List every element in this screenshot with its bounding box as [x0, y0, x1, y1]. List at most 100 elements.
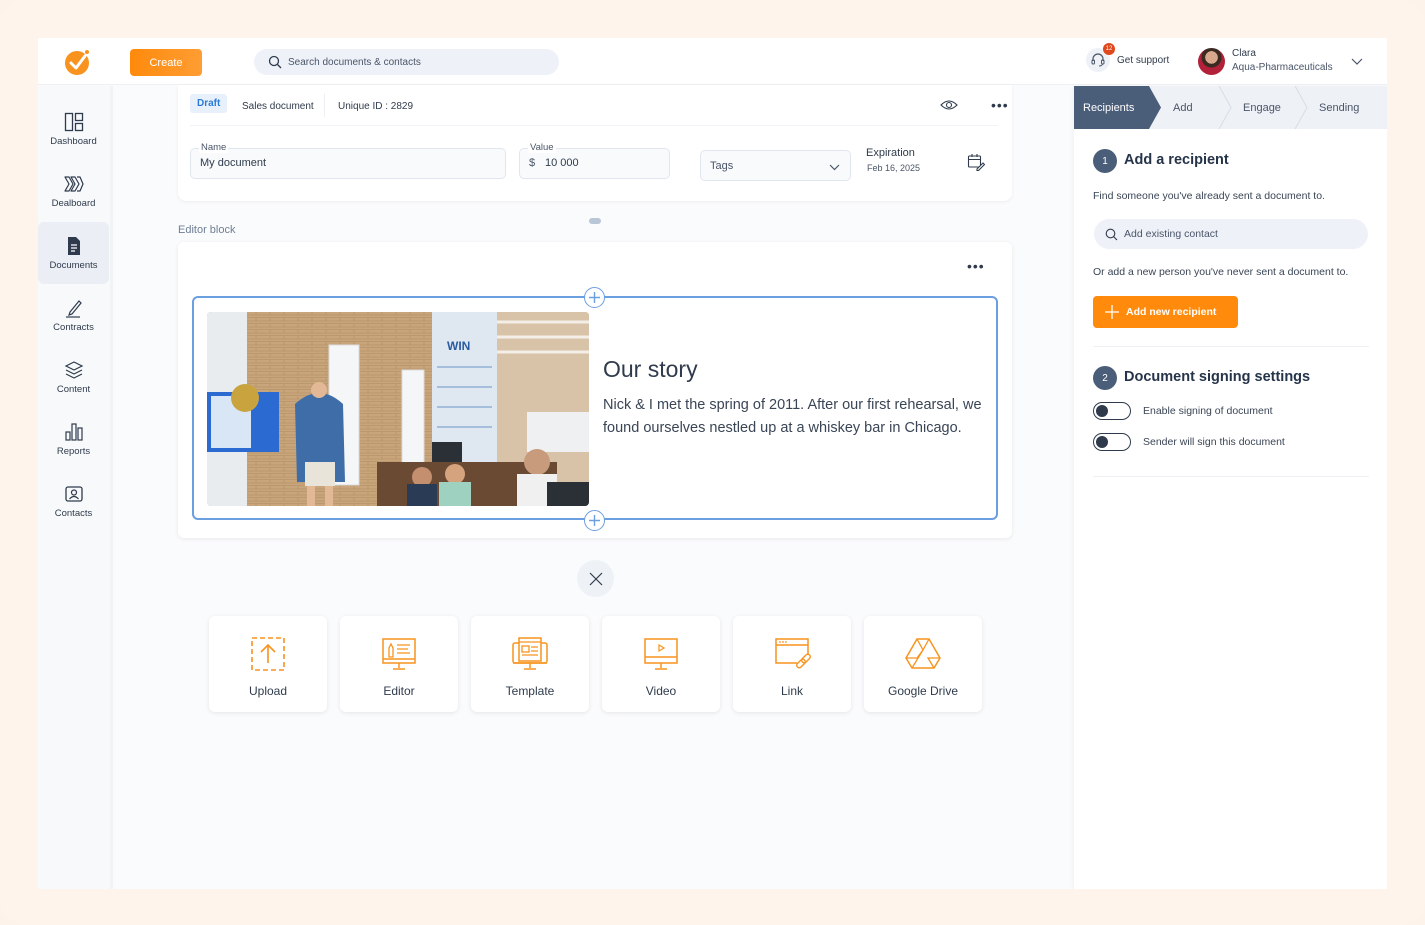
selected-content-block[interactable]: WIN: [192, 296, 998, 520]
sidebar-item-contacts[interactable]: Contacts: [38, 470, 109, 532]
step-engage[interactable]: Engage: [1243, 86, 1281, 129]
user-menu[interactable]: Clara Aqua-Pharmaceuticals: [1198, 47, 1363, 75]
toggle-knob: [1096, 405, 1108, 417]
search-placeholder: Search documents & contacts: [288, 57, 421, 68]
plus-icon: [1105, 305, 1119, 319]
expiration-date: Feb 16, 2025: [867, 163, 920, 173]
sidebar-label: Dashboard: [50, 136, 96, 147]
sidebar-item-content[interactable]: Content: [38, 346, 109, 408]
notification-badge: 12: [1103, 43, 1115, 55]
sidebar-item-reports[interactable]: Reports: [38, 408, 109, 470]
add-template-tile[interactable]: Template: [471, 616, 589, 712]
contracts-icon: [64, 298, 84, 318]
video-icon: [642, 635, 680, 673]
support-label: Get support: [1117, 55, 1169, 66]
get-support-button[interactable]: 12 Get support: [1086, 48, 1169, 72]
close-add-menu-button[interactable]: [577, 560, 614, 597]
svg-text:WIN: WIN: [447, 339, 470, 353]
search-icon: [268, 55, 282, 69]
step-add[interactable]: Add: [1173, 86, 1193, 129]
contact-search-placeholder: Add existing contact: [1124, 228, 1218, 240]
sidebar-divider: [110, 86, 113, 889]
editor-icon: [380, 635, 418, 673]
divider: [1093, 476, 1369, 477]
user-company: Aqua-Pharmaceuticals: [1232, 61, 1333, 75]
step-sending[interactable]: Sending: [1319, 86, 1359, 129]
toggle-label: Sender will sign this document: [1143, 436, 1285, 448]
eye-icon[interactable]: [940, 99, 958, 111]
sidebar-item-documents[interactable]: Documents: [38, 222, 109, 284]
add-new-recipient-label: Add new recipient: [1126, 306, 1216, 318]
toggle-label: Enable signing of document: [1143, 405, 1273, 417]
tile-label: Editor: [383, 684, 414, 698]
add-google-drive-tile[interactable]: Google Drive: [864, 616, 982, 712]
add-existing-contact-input[interactable]: Add existing contact: [1094, 219, 1368, 249]
google-drive-icon: [904, 635, 942, 673]
document-header-card: Draft Sales document Unique ID : 2829 ••…: [178, 85, 1012, 201]
unique-id: Unique ID : 2829: [338, 101, 413, 112]
story-image[interactable]: WIN: [207, 312, 589, 506]
tile-label: Video: [646, 684, 676, 698]
divider: [324, 93, 325, 117]
sidebar-item-contracts[interactable]: Contracts: [38, 284, 109, 346]
add-block-below-button[interactable]: [584, 510, 605, 531]
divider: [190, 125, 998, 126]
tile-label: Google Drive: [888, 684, 958, 698]
right-panel: Recipients Add Engage Sending 1 Add a re…: [1074, 86, 1387, 889]
dashboard-icon: [64, 112, 84, 132]
name-value: My document: [200, 157, 266, 169]
section-title: Add a recipient: [1124, 152, 1229, 168]
tile-label: Link: [781, 684, 803, 698]
plus-icon: [589, 515, 600, 526]
value-field[interactable]: Value $ 10 000: [519, 148, 670, 179]
chevron-down-icon: [829, 163, 840, 171]
sidebar-label: Dealboard: [52, 198, 96, 209]
content-icon: [64, 360, 84, 380]
calendar-edit-icon[interactable]: [967, 153, 985, 171]
currency-symbol: $: [529, 157, 535, 169]
reports-icon: [64, 422, 84, 442]
create-button[interactable]: Create: [130, 49, 202, 76]
enable-signing-toggle[interactable]: [1093, 402, 1131, 420]
add-editor-tile[interactable]: Editor: [340, 616, 458, 712]
story-title[interactable]: Our story: [603, 356, 698, 383]
more-options-icon[interactable]: •••: [991, 97, 1009, 113]
add-link-tile[interactable]: Link: [733, 616, 851, 712]
documents-icon: [64, 236, 84, 256]
drag-handle[interactable]: [589, 218, 601, 224]
add-upload-tile[interactable]: Upload: [209, 616, 327, 712]
step-number-badge: 2: [1093, 366, 1117, 390]
sidebar-item-dashboard[interactable]: Dashboard: [38, 98, 109, 160]
sidebar-label: Contacts: [55, 508, 93, 519]
document-type: Sales document: [242, 101, 314, 112]
find-recipient-text: Find someone you've already sent a docum…: [1093, 190, 1325, 202]
step-recipients[interactable]: Recipients: [1083, 86, 1134, 129]
add-new-person-text: Or add a new person you've never sent a …: [1093, 266, 1348, 278]
editor-block-card: ••• WIN: [178, 242, 1012, 538]
avatar: [1198, 48, 1225, 75]
plus-icon: [589, 292, 600, 303]
add-block-above-button[interactable]: [584, 287, 605, 308]
logo-icon[interactable]: [64, 48, 92, 76]
workflow-steps: Recipients Add Engage Sending: [1074, 86, 1387, 129]
divider: [1093, 346, 1369, 347]
name-label: Name: [199, 142, 228, 153]
sidebar-label: Contracts: [53, 322, 94, 333]
global-search-input[interactable]: Search documents & contacts: [254, 49, 559, 75]
sidebar-label: Documents: [49, 260, 97, 271]
step-number-badge: 1: [1093, 149, 1117, 173]
name-field[interactable]: Name My document: [190, 148, 506, 179]
chevron-down-icon[interactable]: [1351, 55, 1363, 67]
story-body[interactable]: Nick & I met the spring of 2011. After o…: [603, 394, 988, 439]
tags-dropdown[interactable]: Tags: [700, 150, 851, 181]
value-label: Value: [528, 142, 556, 153]
sender-sign-toggle[interactable]: [1093, 433, 1131, 451]
contacts-icon: [64, 484, 84, 504]
tags-placeholder: Tags: [710, 160, 733, 172]
close-icon: [589, 572, 603, 586]
add-video-tile[interactable]: Video: [602, 616, 720, 712]
sidebar-item-dealboard[interactable]: Dealboard: [38, 160, 109, 222]
add-new-recipient-button[interactable]: Add new recipient: [1093, 296, 1238, 328]
toggle-knob: [1096, 436, 1108, 448]
more-options-icon[interactable]: •••: [967, 258, 985, 274]
